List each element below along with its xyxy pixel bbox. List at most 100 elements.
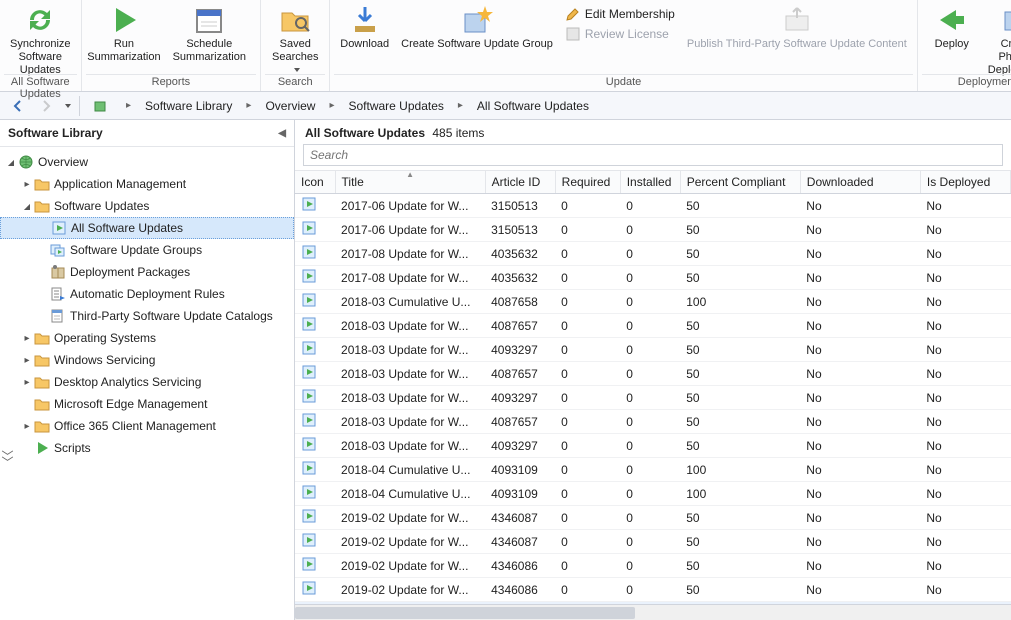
saved-searches-button[interactable]: Saved Searches [265,0,325,74]
cell-required: 0 [555,434,620,458]
table-row[interactable]: 2018-03 Update for W...40932970050NoNo [295,338,1011,362]
create-update-group-button[interactable]: Create Software Update Group [395,0,559,74]
edit-membership-button[interactable]: Edit Membership [565,4,675,24]
create-phased-deployment-button[interactable]: Create Phased Deployment [982,0,1011,74]
tree-item-windows-servicing[interactable]: Windows Servicing [0,349,294,371]
tree-item-scripts[interactable]: Scripts [0,437,294,459]
table-row[interactable]: 2018-03 Cumulative U...408765800100NoNo [295,290,1011,314]
tree-item-office-365-client-management[interactable]: Office 365 Client Management [0,415,294,437]
folder-icon [34,198,50,214]
tree-item-application-management[interactable]: Application Management [0,173,294,195]
tree-twist-icon[interactable] [20,355,34,366]
cell-title: 2018-03 Update for W... [335,410,485,434]
table-row[interactable]: 2018-04 Cumulative U...409310900100NoNo [295,482,1011,506]
tree-item-microsoft-edge-management[interactable]: Microsoft Edge Management [0,393,294,415]
table-row[interactable]: 2017-08 Update for W...40356320050NoNo [295,266,1011,290]
breadcrumb-software-updates[interactable]: Software Updates [342,95,449,117]
cell-installed: 0 [620,386,680,410]
table-row[interactable]: 2017-06 Update for W...31505130050NoNo [295,218,1011,242]
tree-twist-icon[interactable] [20,179,34,190]
run-summarization-button[interactable]: Run Summarization [86,0,163,74]
cell-required: 0 [555,410,620,434]
tree-item-software-updates[interactable]: Software Updates [0,195,294,217]
tree-twist-icon[interactable] [20,333,34,344]
collapsed-panel-indicator[interactable]: 〉〉 [0,450,16,468]
tree-item-all-software-updates[interactable]: All Software Updates [0,217,294,239]
cell-title: 2017-08 Update for W... [335,266,485,290]
back-button[interactable] [6,95,30,117]
column-header-icon[interactable]: Icon [295,171,335,194]
deploy-button[interactable]: Deploy [922,0,982,74]
cell-title: 2017-06 Update for W... [335,194,485,218]
tree-item-third-party-software-update-catalogs[interactable]: Third-Party Software Update Catalogs [0,305,294,327]
home-icon[interactable] [88,95,112,117]
table-row[interactable]: 2018-03 Update for W...40876570050NoNo [295,410,1011,434]
tree-twist-icon[interactable] [4,157,18,168]
tree-item-automatic-deployment-rules[interactable]: Automatic Deployment Rules [0,283,294,305]
cell-title: 2017-06 Update for W... [335,218,485,242]
table-row[interactable]: 2018-03 Update for W...40876570050NoNo [295,314,1011,338]
column-header-required[interactable]: Required [555,171,620,194]
column-header-is-deployed[interactable]: Is Deployed [920,171,1010,194]
table-row[interactable]: 2017-06 Update for W...31505130050NoNo [295,194,1011,218]
breadcrumb-arrow[interactable] [244,100,253,111]
cell-downloaded: No [800,242,920,266]
cell-downloaded: No [800,434,920,458]
history-dropdown[interactable] [62,99,71,113]
scrollbar-thumb[interactable] [295,607,635,619]
cell-compliant: 50 [680,410,800,434]
tree-item-label: Deployment Packages [70,265,190,279]
search-input[interactable] [304,148,1002,162]
table-row[interactable]: 2017-08 Update for W...40356320050NoNo [295,242,1011,266]
table-row[interactable]: 2019-02 Update for W...43460860050NoNo [295,554,1011,578]
column-header-title[interactable]: Title [335,171,485,194]
updates-grid[interactable]: IconTitleArticle IDRequiredInstalledPerc… [295,170,1011,604]
table-row[interactable]: 2018-03 Update for W...40932970050NoNo [295,386,1011,410]
tree-twist-icon[interactable] [20,201,34,212]
breadcrumb-all-software-updates[interactable]: All Software Updates [471,95,595,117]
sidebar-collapse-toggle[interactable] [278,128,286,139]
table-row[interactable]: 2018-03 Update for W...40932970050NoNo [295,434,1011,458]
cell-deployed: No [920,266,1010,290]
row-icon-cell [295,506,335,530]
table-row[interactable]: 2019-02 Update for W...43460860050NoNo [295,578,1011,602]
tree-item-deployment-packages[interactable]: Deployment Packages [0,261,294,283]
tree-twist-icon[interactable] [20,421,34,432]
breadcrumb-arrow[interactable] [327,100,336,111]
calendar-icon [193,4,225,36]
tree-twist-icon[interactable] [20,377,34,388]
sync-button[interactable]: Synchronize Software Updates [4,0,77,74]
table-row[interactable]: 2018-04 Cumulative U...409310900100NoNo [295,458,1011,482]
tree-item-desktop-analytics-servicing[interactable]: Desktop Analytics Servicing [0,371,294,393]
row-icon-cell [295,314,335,338]
nav-tree: OverviewApplication ManagementSoftware U… [0,147,294,620]
column-header-downloaded[interactable]: Downloaded [800,171,920,194]
breadcrumb-overview[interactable]: Overview [259,95,321,117]
cell-required: 0 [555,578,620,602]
tree-item-software-update-groups[interactable]: Software Update Groups [0,239,294,261]
table-row[interactable]: 2018-03 Update for W...40876570050NoNo [295,362,1011,386]
schedule-summarization-button[interactable]: Schedule Summarization [162,0,256,74]
update-row-icon [301,364,317,380]
column-header-installed[interactable]: Installed [620,171,680,194]
breadcrumb-root-arrow[interactable] [124,100,133,111]
table-row[interactable]: 2019-02 Update for W...43460870050NoNo [295,530,1011,554]
column-header-article-id[interactable]: Article ID [485,171,555,194]
tree-item-operating-systems[interactable]: Operating Systems [0,327,294,349]
table-row[interactable]: 2019-02 Update for W...43460870050NoNo [295,506,1011,530]
row-icon-cell [295,242,335,266]
download-button[interactable]: Download [334,0,395,74]
breadcrumb-software-library[interactable]: Software Library [139,95,238,117]
search-bar[interactable] [303,144,1003,166]
column-header-percent-compliant[interactable]: Percent Compliant [680,171,800,194]
breadcrumb-arrow[interactable] [456,100,465,111]
tree-item-label: All Software Updates [71,221,183,235]
cell-title: 2018-03 Update for W... [335,338,485,362]
play-icon [108,4,140,36]
forward-button[interactable] [34,95,58,117]
horizontal-scrollbar[interactable] [295,604,1011,620]
tree-item-overview[interactable]: Overview [0,151,294,173]
tree-item-label: Desktop Analytics Servicing [54,375,201,389]
cell-compliant: 50 [680,434,800,458]
cell-article: 4035632 [485,242,555,266]
